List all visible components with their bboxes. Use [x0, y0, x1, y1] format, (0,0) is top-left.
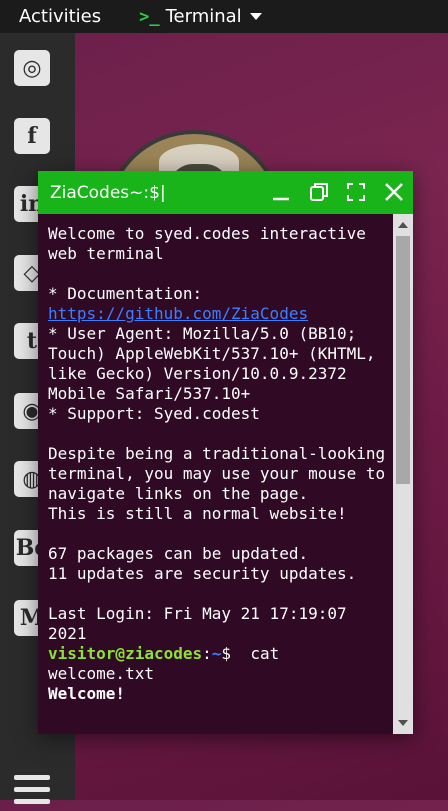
documentation-link[interactable]: https://github.com/ZiaCodes	[48, 304, 308, 323]
security-updates-line: 11 updates are security updates.	[48, 564, 357, 583]
scrollbar-thumb[interactable]	[396, 236, 410, 484]
fullscreen-icon[interactable]	[345, 181, 367, 203]
user-agent-line: * User Agent: Mozilla/5.0 (BB10; Touch) …	[48, 324, 386, 403]
chevron-down-icon	[249, 13, 262, 20]
minimize-icon[interactable]	[270, 181, 292, 203]
prompt-colon: :	[202, 644, 212, 663]
documentation-label: * Documentation:	[48, 284, 203, 303]
terminal-icon: >_	[139, 6, 160, 27]
window-titlebar[interactable]: ZiaCodes~:$|	[38, 171, 413, 214]
terminal-output[interactable]: Welcome to syed.codes interactive web te…	[38, 214, 393, 734]
welcome-line: Welcome to syed.codes interactive web te…	[48, 224, 376, 263]
instagram-icon[interactable]: ◎	[14, 50, 50, 86]
scrollbar[interactable]	[393, 214, 413, 734]
last-login-line: Last Login: Fri May 21 17:19:07 2021	[48, 604, 357, 643]
support-line: * Support: Syed.codest	[48, 404, 260, 423]
packages-line: 67 packages can be updated.	[48, 544, 309, 563]
restore-icon[interactable]	[308, 181, 330, 203]
command-output: Welcome!	[48, 684, 126, 703]
facebook-icon[interactable]: f	[14, 118, 50, 154]
app-menu-terminal[interactable]: >_ Terminal	[139, 6, 262, 27]
window-title: ZiaCodes~:$|	[50, 182, 166, 203]
prompt-path: ~	[211, 644, 222, 663]
menu-icon[interactable]	[14, 775, 50, 811]
prompt-user: visitor@ziacodes	[48, 644, 203, 663]
scroll-down-icon[interactable]	[398, 720, 408, 726]
description-line-2: This is still a normal website!	[48, 504, 347, 523]
prompt-sign: $	[221, 644, 232, 663]
activities-button[interactable]: Activities	[19, 6, 101, 27]
scroll-up-icon[interactable]	[398, 222, 408, 228]
top-bar: Activities >_ Terminal	[0, 0, 448, 33]
close-icon[interactable]	[383, 181, 405, 203]
description-line: Despite being a traditional-looking term…	[48, 444, 386, 503]
terminal-window[interactable]: ZiaCodes~:$| Welcome to syed.codes inter…	[38, 171, 413, 734]
app-menu-label: Terminal	[165, 6, 242, 27]
